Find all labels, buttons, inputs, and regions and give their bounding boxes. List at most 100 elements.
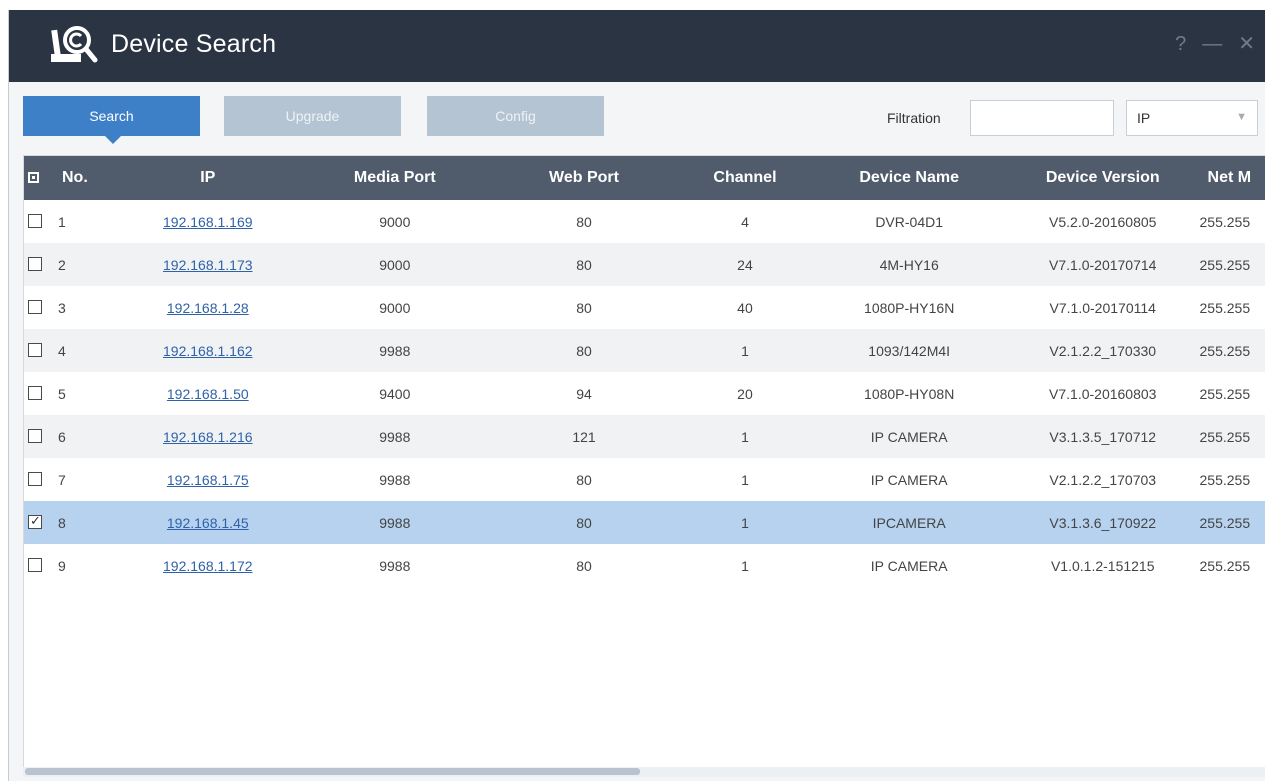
header-no[interactable]: No. <box>24 156 116 200</box>
ip-link[interactable]: 192.168.1.75 <box>167 472 249 488</box>
row-checkbox[interactable] <box>28 429 42 443</box>
row-number: 3 <box>58 299 66 316</box>
channel-cell: 20 <box>737 385 753 402</box>
window-title: Device Search <box>111 30 277 58</box>
header-ip[interactable]: IP <box>116 156 299 200</box>
ip-cell: 192.168.1.169 <box>116 200 299 243</box>
device-version-cell: V7.1.0-20160803 <box>1049 385 1157 402</box>
media-port-cell: 9000 <box>379 256 411 273</box>
net-mask-cell: 255.255 <box>1199 557 1251 574</box>
close-icon[interactable]: ✕ <box>1238 32 1255 56</box>
upgrade-button[interactable]: Upgrade <box>224 96 401 136</box>
row-checkbox[interactable] <box>28 214 42 228</box>
scrollbar-thumb[interactable] <box>25 768 640 775</box>
net-mask-cell: 255.255 <box>1199 213 1251 230</box>
row-number-cell: 5 <box>24 372 116 415</box>
row-number: 1 <box>58 213 66 230</box>
row-checkbox[interactable] <box>28 386 42 400</box>
table-row[interactable]: 9 192.168.1.172 9988 80 1 IP CAMERA V1.0.1.2-1… <box>24 544 1265 587</box>
media-port-cell: 9988 <box>379 471 411 488</box>
web-port-cell: 94 <box>576 385 592 402</box>
search-button[interactable]: Search <box>23 96 200 144</box>
device-name-cell: IP CAMERA <box>870 557 948 574</box>
row-checkbox[interactable] <box>28 472 42 486</box>
device-version-cell: V2.1.2.2_170703 <box>1049 471 1157 488</box>
device-version-cell: V7.1.0-20170714 <box>1049 256 1157 273</box>
device-name-cell: IPCAMERA <box>872 514 946 531</box>
header-net-mask[interactable]: Net M <box>1200 156 1265 200</box>
media-port-cell: 9400 <box>379 385 411 402</box>
filtration-input[interactable] <box>970 100 1114 136</box>
device-version-cell: V7.1.0-20170114 <box>1049 299 1156 316</box>
device-name-cell: DVR-04D1 <box>875 213 944 230</box>
header-channel[interactable]: Channel <box>678 156 813 200</box>
toolbar: Search Upgrade Config Filtration IP ▼ <box>9 82 1265 156</box>
chevron-down-icon[interactable]: ▼ <box>1236 111 1247 123</box>
device-version-cell: V1.0.1.2-151215 <box>1050 557 1155 574</box>
table-row[interactable]: 4 192.168.1.162 9988 80 1 1093/142M4I V2.1.2.2… <box>24 329 1265 372</box>
ip-cell: 192.168.1.172 <box>116 544 299 587</box>
web-port-cell: 80 <box>576 342 592 359</box>
row-number-cell: 2 <box>24 243 116 286</box>
row-number-cell: 6 <box>24 415 116 458</box>
media-port-cell: 9988 <box>379 514 411 531</box>
header-web-port[interactable]: Web Port <box>491 156 678 200</box>
select-all-checkbox[interactable] <box>28 172 39 183</box>
ip-link[interactable]: 192.168.1.172 <box>163 558 253 574</box>
row-number-cell: 1 <box>24 200 116 243</box>
web-port-cell: 80 <box>576 557 592 574</box>
table-row[interactable]: 7 192.168.1.75 9988 80 1 IP CAMERA V2.1.2.2_17… <box>24 458 1265 501</box>
header-device-version[interactable]: Device Version <box>1006 156 1200 200</box>
table-row[interactable]: 8 192.168.1.45 9988 80 1 IPCAMERA V3.1.3.6_170… <box>24 501 1265 544</box>
web-port-cell: 80 <box>576 213 592 230</box>
header-media-port[interactable]: Media Port <box>299 156 490 200</box>
table-row[interactable]: 3 192.168.1.28 9000 80 40 1080P-HY16N V7.1.0-2… <box>24 286 1265 329</box>
channel-cell: 24 <box>737 256 753 273</box>
ip-link[interactable]: 192.168.1.28 <box>167 300 249 316</box>
device-name-cell: IP CAMERA <box>870 471 948 488</box>
channel-cell: 1 <box>741 514 749 531</box>
row-number: 4 <box>58 342 66 359</box>
table-row[interactable]: 1 192.168.1.169 9000 80 4 DVR-04D1 V5.2.0-2016… <box>24 200 1265 243</box>
ip-cell: 192.168.1.75 <box>116 458 299 501</box>
row-checkbox[interactable] <box>28 300 42 314</box>
row-number: 9 <box>58 557 66 574</box>
row-checkbox[interactable] <box>28 343 42 357</box>
minimize-icon[interactable]: — <box>1202 32 1222 56</box>
header-device-name[interactable]: Device Name <box>812 156 1006 200</box>
horizontal-scrollbar[interactable] <box>23 767 1265 777</box>
row-number-cell: 8 <box>24 501 116 544</box>
row-checkbox[interactable] <box>28 513 42 529</box>
ip-cell: 192.168.1.50 <box>116 372 299 415</box>
ip-link[interactable]: 192.168.1.173 <box>163 257 253 273</box>
device-version-cell: V5.2.0-20160805 <box>1049 213 1157 230</box>
help-icon[interactable]: ? <box>1175 32 1186 56</box>
ip-link[interactable]: 192.168.1.216 <box>163 429 253 445</box>
row-checkbox[interactable] <box>28 558 42 572</box>
table-row[interactable]: 6 192.168.1.216 9988 121 1 IP CAMERA V3.1.3.5_… <box>24 415 1265 458</box>
channel-cell: 40 <box>737 299 753 316</box>
config-button[interactable]: Config <box>427 96 604 136</box>
device-table: No. IP Media Port Web Port Channel Devic… <box>23 155 1265 771</box>
ip-link[interactable]: 192.168.1.169 <box>163 214 253 230</box>
row-checkbox[interactable] <box>28 257 42 271</box>
ip-link[interactable]: 192.168.1.162 <box>163 343 253 359</box>
ip-link[interactable]: 192.168.1.45 <box>167 515 249 531</box>
title-bar[interactable]: Device Search ? — ✕ <box>9 10 1265 82</box>
filtration-label: Filtration <box>887 110 941 126</box>
media-port-cell: 9988 <box>379 557 411 574</box>
table-row[interactable]: 2 192.168.1.173 9000 80 24 4M-HY16 V7.1.0-2017… <box>24 243 1265 286</box>
media-port-cell: 9988 <box>379 342 411 359</box>
net-mask-cell: 255.255 <box>1199 514 1251 531</box>
web-port-cell: 80 <box>576 299 592 316</box>
table-row[interactable]: 5 192.168.1.50 9400 94 20 1080P-HY08N V7.1.0-2… <box>24 372 1265 415</box>
filter-type-select[interactable]: IP ▼ <box>1126 100 1258 136</box>
device-name-cell: IP CAMERA <box>870 428 948 445</box>
ip-link[interactable]: 192.168.1.50 <box>167 386 249 402</box>
device-name-cell: 1093/142M4I <box>868 342 951 359</box>
net-mask-cell: 255.255 <box>1199 428 1251 445</box>
device-name-cell: 1080P-HY08N <box>864 385 955 402</box>
web-port-cell: 80 <box>576 256 592 273</box>
row-number: 2 <box>58 256 66 273</box>
ip-cell: 192.168.1.45 <box>116 501 299 544</box>
